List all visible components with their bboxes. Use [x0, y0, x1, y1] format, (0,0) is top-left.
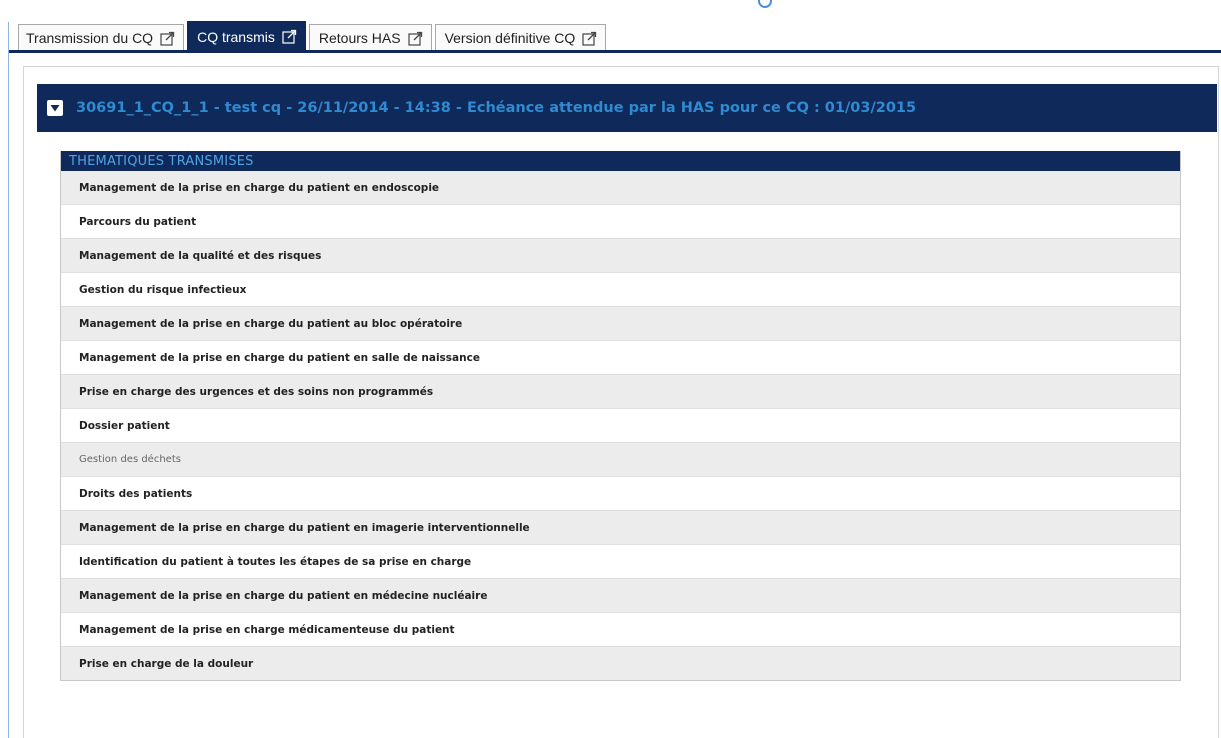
list-item: Droits des patients [61, 476, 1180, 510]
themes-section: THEMATIQUES TRANSMISES Management de la … [60, 151, 1181, 681]
external-link-icon[interactable] [160, 31, 175, 46]
section-title: THEMATIQUES TRANSMISES [61, 151, 1180, 171]
tab-version-definitive-cq[interactable]: Version définitive CQ [434, 24, 607, 51]
list-item: Prise en charge des urgences et des soin… [61, 374, 1180, 408]
tab-cq-transmis[interactable]: CQ transmis [187, 21, 306, 51]
tab-retours-has[interactable]: Retours HAS [308, 24, 432, 51]
list-item: Gestion du risque infectieux [61, 272, 1180, 306]
list-item: Management de la prise en charge du pati… [61, 340, 1180, 374]
cq-title: 30691_1_CQ_1_1 - test cq - 26/11/2014 - … [76, 100, 917, 116]
left-border [8, 22, 9, 738]
tab-label: Transmission du CQ [26, 30, 154, 46]
list-item: Management de la prise en charge du pati… [61, 306, 1180, 340]
caret-down-icon[interactable] [47, 100, 63, 116]
external-link-icon[interactable] [582, 31, 597, 46]
list-item: Prise en charge de la douleur [61, 646, 1180, 680]
list-item: Management de la prise en charge du pati… [61, 510, 1180, 544]
theme-list: Management de la prise en charge du pati… [61, 171, 1180, 680]
tab-underline [9, 50, 1221, 53]
list-item: Management de la prise en charge du pati… [61, 171, 1180, 204]
list-item: Management de la qualité et des risques [61, 238, 1180, 272]
external-link-icon[interactable] [407, 31, 423, 46]
top-strip [0, 0, 1221, 18]
list-item: Management de la prise en charge du pati… [61, 578, 1180, 612]
external-link-icon[interactable] [282, 29, 297, 44]
tab-transmission-du-cq[interactable]: Transmission du CQ [18, 24, 185, 51]
cq-accordion-header[interactable]: 30691_1_CQ_1_1 - test cq - 26/11/2014 - … [37, 84, 1217, 132]
list-item: Management de la prise en charge médicam… [61, 612, 1180, 646]
tab-label: Version définitive CQ [444, 30, 576, 46]
list-item: Identification du patient à toutes les é… [61, 544, 1180, 578]
tab-label: CQ transmis [197, 28, 275, 45]
help-circle-icon [758, 0, 772, 8]
tab-bar: Transmission du CQ CQ transmis Retours H… [18, 21, 609, 51]
list-item: Dossier patient [61, 408, 1180, 442]
list-item: Parcours du patient [61, 204, 1180, 238]
list-item: Gestion des déchets [61, 442, 1180, 476]
tab-label: Retours HAS [318, 30, 401, 46]
